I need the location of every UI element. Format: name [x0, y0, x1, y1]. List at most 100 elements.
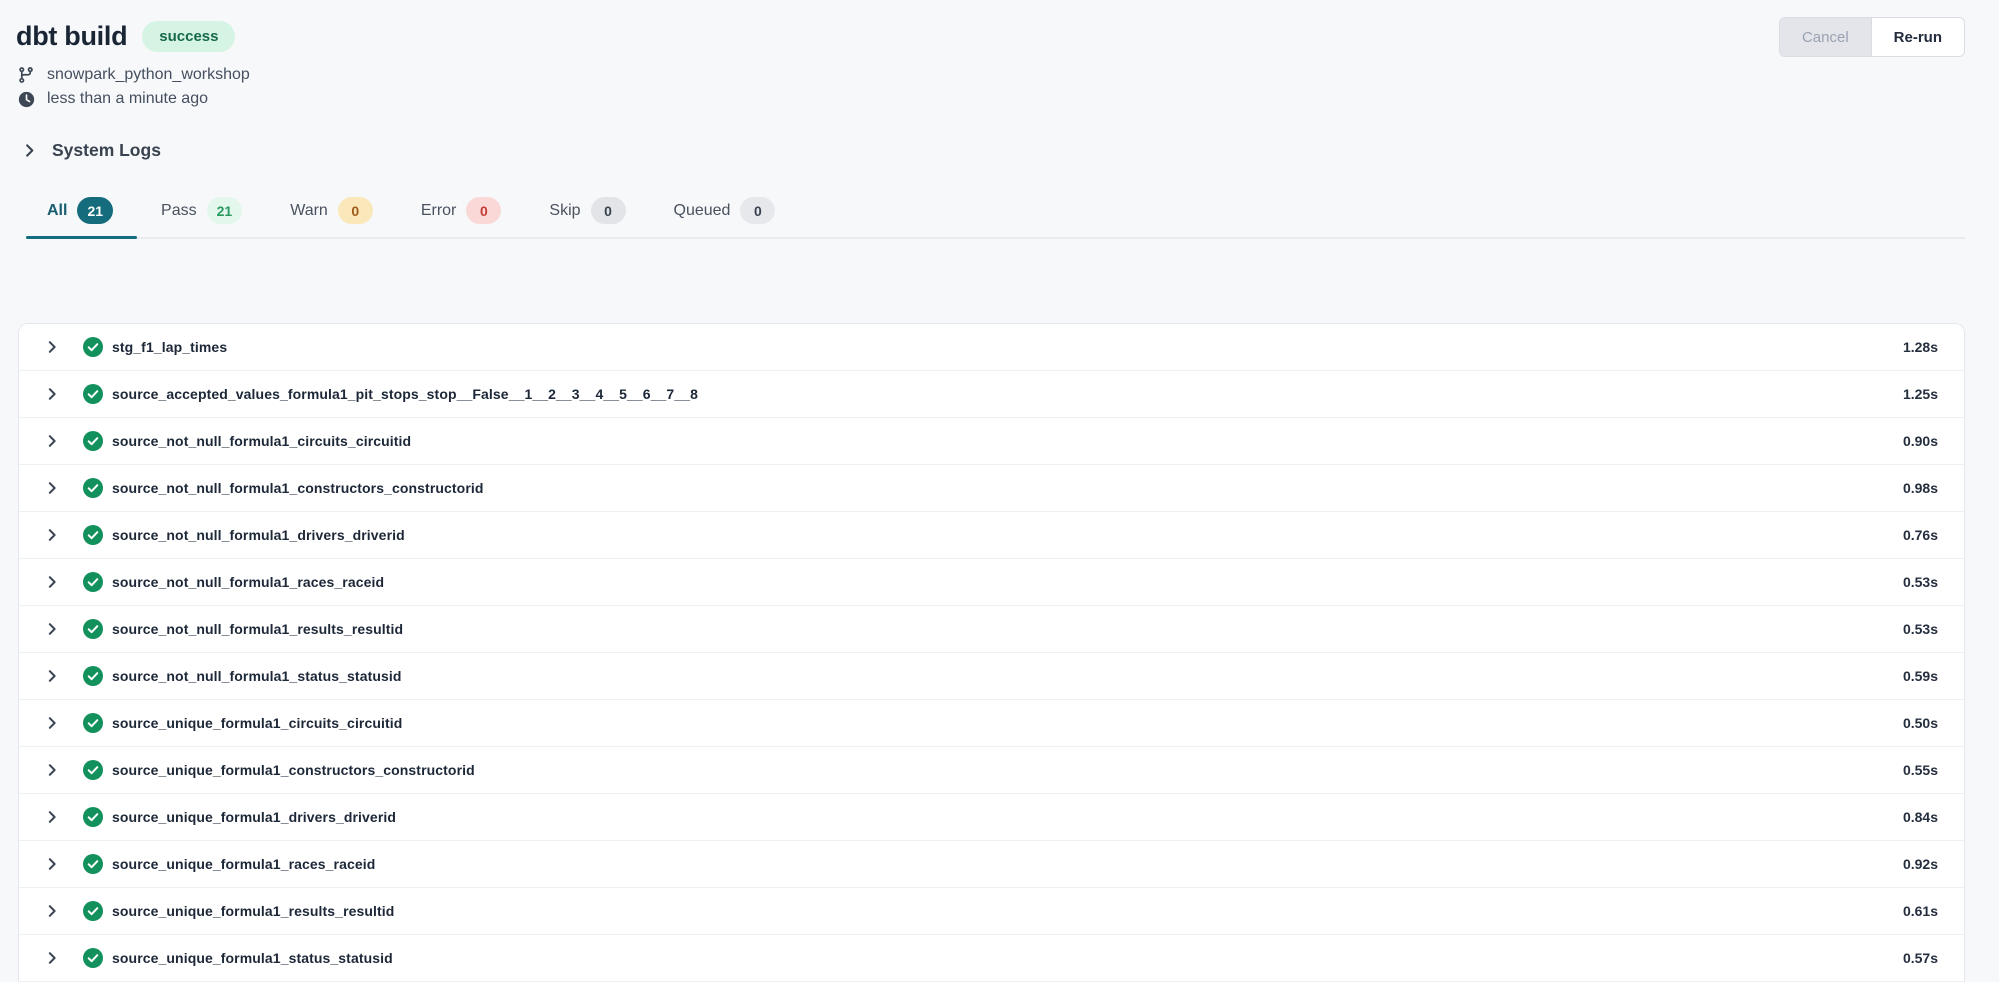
- step-name: source_unique_formula1_races_raceid: [112, 856, 375, 872]
- tab-label: Error: [421, 202, 457, 220]
- step-duration: 0.92s: [1903, 856, 1938, 872]
- success-check-icon: [83, 478, 103, 498]
- tab-all[interactable]: All 21: [26, 187, 137, 237]
- run-actions: Cancel Re-run: [1779, 17, 1965, 57]
- tab-count-badge: 0: [740, 197, 775, 224]
- expand-chevron-icon[interactable]: [34, 669, 70, 683]
- run-meta: snowpark_python_workshop less than a min…: [16, 63, 1965, 111]
- run-step-row[interactable]: source_accepted_values_formula1_pit_stop…: [19, 371, 1964, 418]
- step-name: source_unique_formula1_drivers_driverid: [112, 809, 396, 825]
- step-name: source_unique_formula1_status_statusid: [112, 950, 393, 966]
- tab-label: Warn: [290, 202, 328, 220]
- success-check-icon: [83, 854, 103, 874]
- time-ago-text: less than a minute ago: [47, 90, 208, 108]
- step-duration: 1.28s: [1903, 339, 1938, 355]
- step-duration: 0.53s: [1903, 621, 1938, 637]
- step-name: source_accepted_values_formula1_pit_stop…: [112, 386, 698, 402]
- expand-chevron-icon[interactable]: [34, 387, 70, 401]
- tab-count-badge: 21: [77, 197, 113, 224]
- title-row: dbt build success: [16, 14, 1965, 58]
- step-name: source_not_null_formula1_results_resulti…: [112, 621, 403, 637]
- status-badge: success: [142, 21, 235, 52]
- run-step-row[interactable]: source_unique_formula1_drivers_driverid …: [19, 794, 1964, 841]
- step-name: source_not_null_formula1_circuits_circui…: [112, 433, 411, 449]
- run-step-row[interactable]: source_unique_formula1_circuits_circuiti…: [19, 700, 1964, 747]
- run-step-row[interactable]: stg_f1_lap_times 1.28s: [19, 324, 1964, 371]
- step-duration: 0.84s: [1903, 809, 1938, 825]
- step-duration: 1.25s: [1903, 386, 1938, 402]
- step-duration: 0.50s: [1903, 715, 1938, 731]
- success-check-icon: [83, 807, 103, 827]
- run-step-row[interactable]: source_unique_formula1_races_raceid 0.92…: [19, 841, 1964, 888]
- run-step-row[interactable]: source_not_null_formula1_drivers_driveri…: [19, 512, 1964, 559]
- page-title: dbt build: [16, 21, 127, 52]
- expand-chevron-icon[interactable]: [34, 575, 70, 589]
- tab-error[interactable]: Error 0: [397, 187, 526, 237]
- step-name: source_unique_formula1_results_resultid: [112, 903, 394, 919]
- success-check-icon: [83, 431, 103, 451]
- step-name: stg_f1_lap_times: [112, 339, 227, 355]
- step-duration: 0.76s: [1903, 527, 1938, 543]
- success-check-icon: [83, 384, 103, 404]
- step-name: source_not_null_formula1_constructors_co…: [112, 480, 484, 496]
- run-step-row[interactable]: source_unique_formula1_results_resultid …: [19, 888, 1964, 935]
- system-logs-label: System Logs: [52, 140, 161, 161]
- tab-warn[interactable]: Warn 0: [266, 187, 397, 237]
- tab-count-badge: 0: [591, 197, 626, 224]
- run-step-row[interactable]: source_not_null_formula1_constructors_co…: [19, 465, 1964, 512]
- step-name: source_unique_formula1_constructors_cons…: [112, 762, 475, 778]
- success-check-icon: [83, 525, 103, 545]
- tab-queued[interactable]: Queued 0: [650, 187, 800, 237]
- step-duration: 0.59s: [1903, 668, 1938, 684]
- expand-chevron-icon[interactable]: [34, 951, 70, 965]
- branch-name: snowpark_python_workshop: [47, 66, 250, 84]
- step-name: source_unique_formula1_circuits_circuiti…: [112, 715, 402, 731]
- tabs-bar: All 21 Pass 21 Warn 0 Error 0 Skip 0 Que…: [26, 187, 1965, 239]
- system-logs-toggle[interactable]: System Logs: [16, 139, 167, 162]
- expand-chevron-icon[interactable]: [34, 340, 70, 354]
- tab-label: Skip: [549, 202, 580, 220]
- clock-icon: [16, 91, 36, 108]
- success-check-icon: [83, 619, 103, 639]
- tab-label: Queued: [674, 202, 731, 220]
- git-branch-icon: [16, 66, 36, 84]
- expand-chevron-icon[interactable]: [34, 622, 70, 636]
- tab-skip[interactable]: Skip 0: [525, 187, 649, 237]
- chevron-right-icon: [22, 143, 37, 158]
- tab-count-badge: 0: [466, 197, 501, 224]
- expand-chevron-icon[interactable]: [34, 763, 70, 777]
- run-step-row[interactable]: source_not_null_formula1_results_resulti…: [19, 606, 1964, 653]
- results-list: stg_f1_lap_times 1.28s source_accepted_v…: [18, 323, 1965, 982]
- time-row: less than a minute ago: [16, 87, 1965, 111]
- expand-chevron-icon[interactable]: [34, 434, 70, 448]
- success-check-icon: [83, 572, 103, 592]
- run-step-row[interactable]: source_not_null_formula1_status_statusid…: [19, 653, 1964, 700]
- step-name: source_not_null_formula1_status_statusid: [112, 668, 402, 684]
- tab-pass[interactable]: Pass 21: [137, 187, 266, 237]
- step-duration: 0.57s: [1903, 950, 1938, 966]
- expand-chevron-icon[interactable]: [34, 481, 70, 495]
- run-step-row[interactable]: source_not_null_formula1_races_raceid 0.…: [19, 559, 1964, 606]
- run-step-row[interactable]: source_unique_formula1_constructors_cons…: [19, 747, 1964, 794]
- tab-count-badge: 21: [207, 197, 243, 224]
- run-header: dbt build success Cancel Re-run snowpark…: [0, 0, 1999, 111]
- step-duration: 0.53s: [1903, 574, 1938, 590]
- branch-row: snowpark_python_workshop: [16, 63, 1965, 87]
- tab-label: All: [47, 202, 67, 220]
- cancel-button[interactable]: Cancel: [1780, 18, 1871, 56]
- run-step-row[interactable]: source_not_null_formula1_circuits_circui…: [19, 418, 1964, 465]
- expand-chevron-icon[interactable]: [34, 904, 70, 918]
- step-duration: 0.55s: [1903, 762, 1938, 778]
- tab-count-badge: 0: [338, 197, 373, 224]
- step-name: source_not_null_formula1_drivers_driveri…: [112, 527, 405, 543]
- step-duration: 0.90s: [1903, 433, 1938, 449]
- expand-chevron-icon[interactable]: [34, 810, 70, 824]
- expand-chevron-icon[interactable]: [34, 528, 70, 542]
- expand-chevron-icon[interactable]: [34, 716, 70, 730]
- expand-chevron-icon[interactable]: [34, 857, 70, 871]
- rerun-button[interactable]: Re-run: [1871, 18, 1964, 56]
- success-check-icon: [83, 337, 103, 357]
- success-check-icon: [83, 901, 103, 921]
- success-check-icon: [83, 948, 103, 968]
- success-check-icon: [83, 760, 103, 780]
